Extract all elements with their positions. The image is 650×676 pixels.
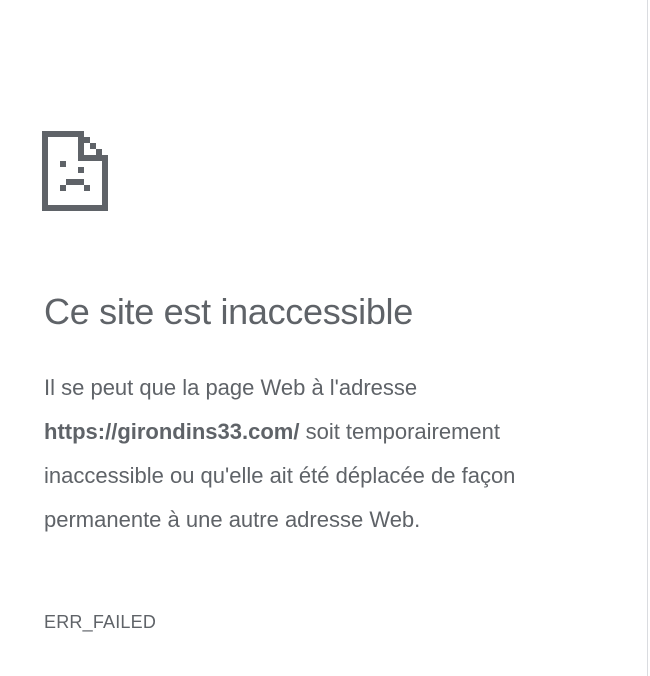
description-text: Il se peut que la page Web à l'adresse <box>44 375 418 400</box>
failed-url: https://girondins33.com/ <box>44 419 300 444</box>
sad-page-icon <box>42 131 108 211</box>
error-code: ERR_FAILED <box>44 612 157 632</box>
window-edge <box>647 0 648 676</box>
error-description: Il se peut que la page Web à l'adresse ht… <box>44 366 604 542</box>
page-title: Ce site est inaccessible <box>44 291 413 332</box>
